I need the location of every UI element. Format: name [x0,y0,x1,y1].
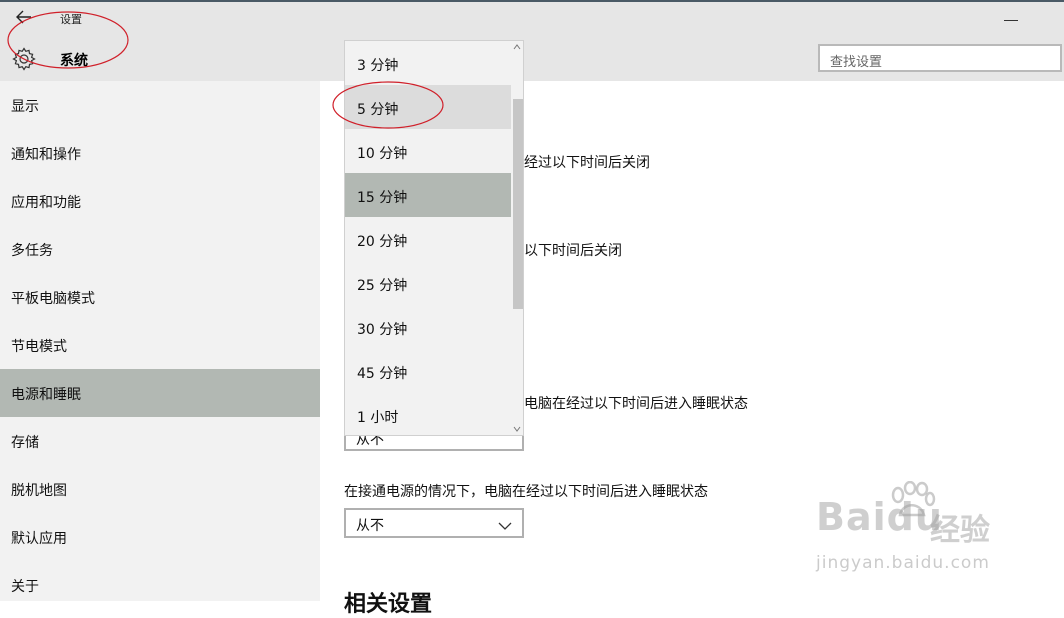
sidebar-item-notifications[interactable]: 通知和操作 [0,129,320,177]
sidebar-item-offline-maps[interactable]: 脱机地图 [0,465,320,513]
search-input[interactable]: 查找设置 [818,44,1062,72]
screen-battery-label: 经过以下时间后关闭 [524,155,650,171]
sidebar-item-label: 显示 [11,99,39,115]
dropdown-option[interactable]: 5 分钟 [345,85,511,129]
sidebar-item-default-apps[interactable]: 默认应用 [0,513,320,561]
select-value: 从不 [356,518,384,534]
watermark-logo: Baidu [816,495,943,539]
sidebar-item-label: 默认应用 [11,531,67,547]
section-title: 系统 [60,53,88,69]
sidebar-item-label: 应用和功能 [11,195,81,211]
dropdown-option[interactable]: 30 分钟 [345,305,511,349]
sleep-plugged-select[interactable]: 从不 [344,508,524,538]
watermark-product: 经验 [930,513,990,548]
scroll-down-icon[interactable] [513,425,521,435]
dropdown-option[interactable]: 20 分钟 [345,217,511,261]
related-settings-heading: 相关设置 [344,592,433,617]
sidebar-item-about[interactable]: 关于 [0,561,320,609]
option-label: 5 分钟 [357,102,399,118]
sidebar: 显示 通知和操作 应用和功能 多任务 平板电脑模式 节电模式 电源和睡眠 存储 … [0,81,320,601]
sidebar-item-multitasking[interactable]: 多任务 [0,225,320,273]
dropdown-option[interactable]: 3 分钟 [345,41,511,85]
timeout-dropdown-list[interactable]: 3 分钟 5 分钟 10 分钟 15 分钟 20 分钟 25 分钟 30 分钟 … [344,40,524,436]
option-label: 20 分钟 [357,234,408,250]
sidebar-item-tablet-mode[interactable]: 平板电脑模式 [0,273,320,321]
option-label: 25 分钟 [357,278,408,294]
sidebar-item-power-sleep[interactable]: 电源和睡眠 [0,369,320,417]
sleep-battery-label: 电脑在经过以下时间后进入睡眠状态 [524,396,748,412]
sidebar-item-label: 平板电脑模式 [11,291,95,307]
chevron-down-icon [498,516,512,535]
dropdown-option[interactable]: 45 分钟 [345,349,511,393]
dropdown-option[interactable]: 10 分钟 [345,129,511,173]
sidebar-item-storage[interactable]: 存储 [0,417,320,465]
dropdown-scrollbar-thumb[interactable] [513,99,523,309]
option-label: 1 小时 [357,410,399,426]
sidebar-item-label: 节电模式 [11,339,67,355]
sidebar-item-display[interactable]: 显示 [0,81,320,129]
scroll-up-icon[interactable] [513,43,521,53]
baidu-watermark: Baidu 经验 jingyan.baidu.com [812,481,1052,581]
screen-plugged-label: 以下时间后关闭 [524,243,622,259]
sidebar-item-label: 存储 [11,435,39,451]
sidebar-item-label: 脱机地图 [11,483,67,499]
dropdown-option[interactable]: 1 小时 [345,393,511,435]
option-label: 45 分钟 [357,366,408,382]
option-label: 10 分钟 [357,146,408,162]
sidebar-item-label: 电源和睡眠 [11,387,81,403]
option-label: 3 分钟 [357,58,399,74]
dropdown-option[interactable]: 25 分钟 [345,261,511,305]
sidebar-item-apps[interactable]: 应用和功能 [0,177,320,225]
gear-icon [12,47,36,71]
title-bar: 设置 系统 查找设置 [0,2,1064,81]
watermark-url: jingyan.baidu.com [816,553,990,573]
search-placeholder: 查找设置 [830,55,883,70]
sidebar-item-label: 多任务 [11,243,53,259]
app-title: 设置 [60,13,82,26]
option-label: 30 分钟 [357,322,408,338]
option-label: 15 分钟 [357,190,408,206]
dropdown-option-selected[interactable]: 15 分钟 [345,173,511,217]
sidebar-item-battery-saver[interactable]: 节电模式 [0,321,320,369]
back-arrow-icon[interactable] [14,10,34,26]
sleep-plugged-label: 在接通电源的情况下，电脑在经过以下时间后进入睡眠状态 [344,484,708,500]
minimize-icon[interactable] [1004,20,1018,21]
sidebar-item-label: 关于 [11,579,39,595]
sidebar-item-label: 通知和操作 [11,147,81,163]
